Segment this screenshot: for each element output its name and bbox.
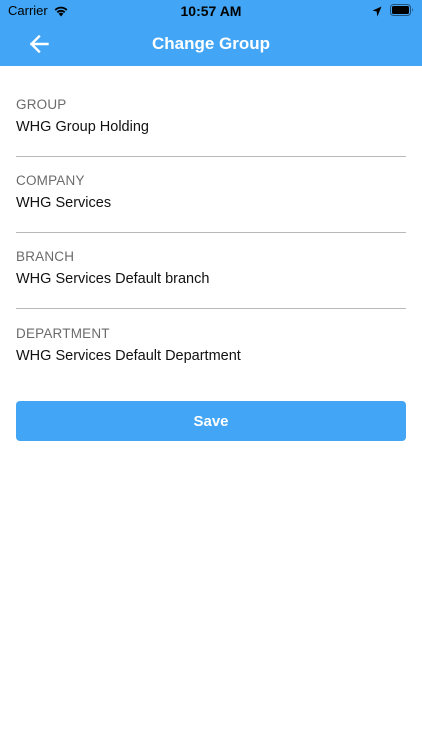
status-right-icons	[372, 4, 414, 16]
clock: 10:57 AM	[180, 3, 242, 19]
header: Carrier 10:57 AM Change Group	[0, 0, 422, 66]
field-divider	[16, 156, 406, 157]
save-button[interactable]: Save	[16, 401, 406, 441]
group-label: GROUP	[16, 97, 67, 112]
page-title: Change Group	[151, 34, 271, 53]
department-value[interactable]: WHG Services Default Department	[16, 347, 241, 365]
field-divider	[16, 308, 406, 309]
department-field[interactable]: DEPARTMENT WHG Services Default Departme…	[16, 326, 406, 398]
nav-bar: Change Group	[0, 22, 422, 66]
department-label: DEPARTMENT	[16, 326, 110, 341]
branch-label: BRANCH	[16, 249, 75, 264]
branch-value[interactable]: WHG Services Default branch	[16, 270, 209, 288]
battery-icon	[390, 4, 414, 16]
group-field[interactable]: GROUP WHG Group Holding	[16, 97, 406, 169]
company-field[interactable]: COMPANY WHG Services	[16, 173, 406, 245]
branch-field[interactable]: BRANCH WHG Services Default branch	[16, 249, 406, 321]
status-bar: Carrier 10:57 AM	[0, 0, 422, 22]
group-value[interactable]: WHG Group Holding	[16, 118, 149, 136]
company-value[interactable]: WHG Services	[16, 194, 111, 212]
field-divider	[16, 232, 406, 233]
company-label: COMPANY	[16, 173, 85, 188]
location-icon	[372, 5, 382, 16]
